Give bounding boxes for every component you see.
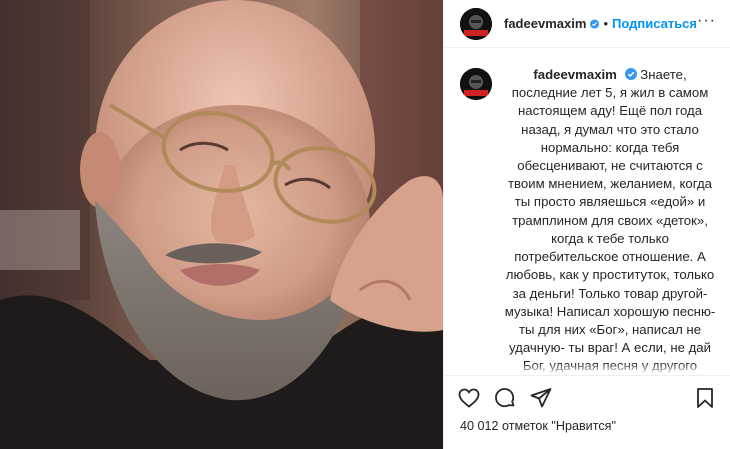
follow-button[interactable]: Подписаться (612, 16, 697, 31)
share-icon[interactable] (528, 385, 554, 411)
avatar-image (460, 7, 492, 40)
verified-badge-icon (590, 19, 600, 29)
likes-text: 40 012 отметок "Нравится" (460, 419, 616, 433)
avatar-image (460, 68, 492, 101)
bookmark-icon[interactable] (692, 385, 718, 411)
caption-avatar[interactable] (460, 68, 492, 101)
post-header: fadeevmaxim • Подписаться ··· (444, 0, 730, 49)
post-side-panel: fadeevmaxim • Подписаться ··· fadeevmaxi… (443, 0, 730, 449)
heart-icon[interactable] (456, 385, 482, 411)
post-caption: fadeevmaxim Знаете, последние лет 5, я ж… (504, 66, 716, 375)
separator-dot: • (603, 16, 608, 32)
caption-text: Знаете, последние лет 5, я жил в самом н… (504, 67, 716, 373)
portrait-image (0, 0, 443, 449)
comment-icon[interactable] (492, 385, 518, 411)
instagram-post: fadeevmaxim • Подписаться ··· fadeevmaxi… (0, 0, 730, 449)
more-options-button[interactable]: ··· (697, 12, 716, 36)
avatar[interactable] (460, 7, 492, 40)
action-bar (444, 375, 730, 419)
likes-count[interactable]: 40 012 отметок "Нравится" (444, 419, 730, 449)
comments-area[interactable]: fadeevmaxim Знаете, последние лет 5, я ж… (444, 48, 730, 375)
post-photo[interactable] (0, 0, 443, 449)
scroll-fade (444, 363, 730, 375)
caption-username[interactable]: fadeevmaxim (533, 67, 617, 82)
verified-badge-icon (624, 68, 637, 81)
username-link[interactable]: fadeevmaxim (504, 16, 586, 31)
